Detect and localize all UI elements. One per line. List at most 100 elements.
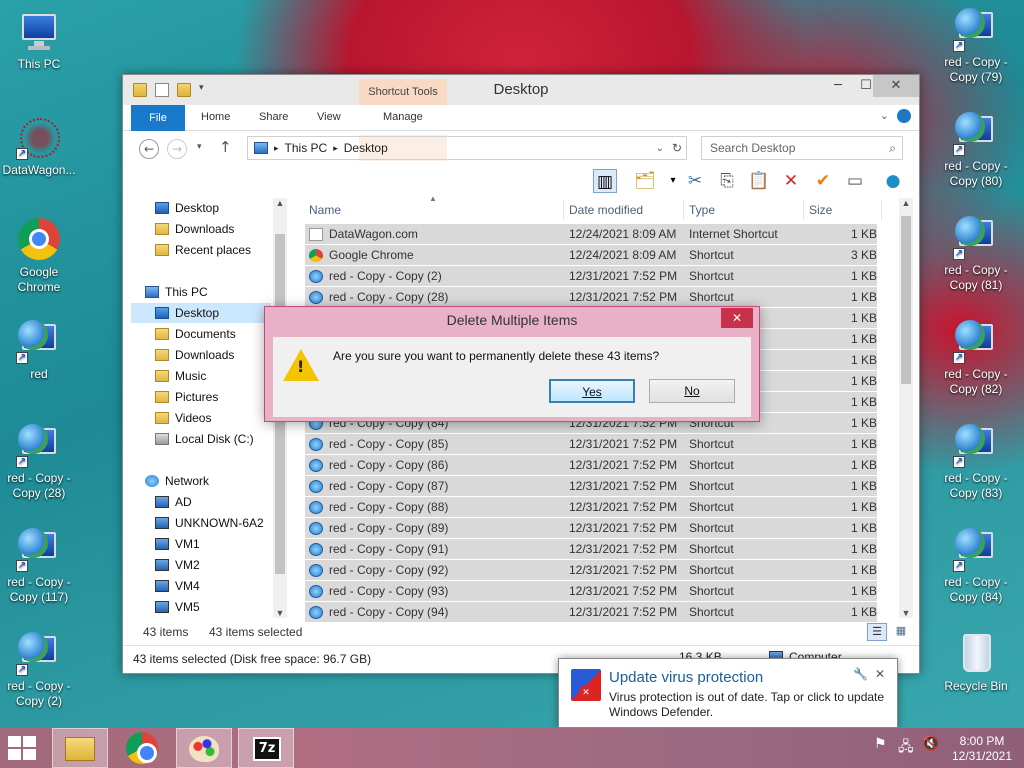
nav-item-pc-desktop[interactable]: Desktop: [131, 303, 271, 323]
tab-home[interactable]: Home: [201, 111, 230, 123]
table-row[interactable]: red - Copy - Copy (86) 12/31/2021 7:52 PM…: [305, 455, 877, 476]
scroll-up-icon[interactable]: ▲: [273, 198, 287, 208]
nav-item-ad[interactable]: AD: [155, 492, 192, 512]
nav-item-vm1[interactable]: VM1: [155, 534, 200, 554]
file-scroll-thumb[interactable]: [901, 216, 911, 384]
paste-icon[interactable]: 📋: [747, 169, 771, 193]
desktop-icon-red-copy-80[interactable]: ↗ red - Copy - Copy (80): [937, 110, 1015, 189]
nav-item-recent-places[interactable]: Recent places: [155, 240, 251, 260]
yes-button[interactable]: Yes: [549, 379, 635, 403]
back-button[interactable]: ←: [139, 139, 159, 159]
chevron-down-icon[interactable]: ⌄: [656, 143, 664, 154]
desktop-icon-red-copy-2[interactable]: ↗ red - Copy - Copy (2): [0, 630, 78, 709]
desktop-icon-red-copy-83[interactable]: ↗ red - Copy - Copy (83): [937, 422, 1015, 501]
taskbar-clock[interactable]: 8:00 PM 12/31/2021: [944, 734, 1020, 764]
close-button[interactable]: ✕: [873, 75, 919, 97]
tab-manage[interactable]: Manage: [383, 111, 423, 123]
taskbar-paint[interactable]: [176, 728, 232, 768]
up-arrow-icon[interactable]: ↑: [219, 138, 232, 156]
taskbar-google-chrome[interactable]: [114, 728, 170, 768]
table-row[interactable]: red - Copy - Copy (94) 12/31/2021 7:52 PM…: [305, 602, 877, 623]
column-divider[interactable]: [803, 200, 804, 220]
table-row[interactable]: red - Copy - Copy (2) 12/31/2021 7:52 PM S…: [305, 266, 877, 287]
nav-item-local-disk[interactable]: Local Disk (C:): [155, 429, 254, 449]
shell-icon[interactable]: ●: [881, 169, 905, 193]
table-row[interactable]: red - Copy - Copy (89) 12/31/2021 7:52 PM…: [305, 518, 877, 539]
scroll-down-icon[interactable]: ▼: [273, 608, 287, 618]
scroll-down-icon[interactable]: ▼: [899, 608, 913, 618]
tab-view[interactable]: View: [317, 111, 341, 123]
desktop-icon-datawagon[interactable]: ↗ DataWagon...: [0, 114, 78, 178]
search-input[interactable]: Search Desktop ⌕: [701, 136, 903, 160]
help-icon[interactable]: ?: [897, 109, 911, 123]
tab-share[interactable]: Share: [259, 111, 288, 123]
desktop-icon-red[interactable]: ↗ red: [0, 318, 78, 382]
desktop-icon-this-pc[interactable]: This PC: [0, 8, 78, 72]
nav-item-pc-downloads[interactable]: Downloads: [155, 345, 234, 365]
table-row[interactable]: red - Copy - Copy (87) 12/31/2021 7:52 PM…: [305, 476, 877, 497]
no-button[interactable]: No: [649, 379, 735, 403]
desktop-icon-red-copy-82[interactable]: ↗ red - Copy - Copy (82): [937, 318, 1015, 397]
scroll-up-icon[interactable]: ▲: [899, 198, 913, 208]
network-tray-icon[interactable]: 🖧: [898, 736, 914, 760]
address-bar[interactable]: ▸ This PC ▸ Desktop ⌄ ↻: [247, 136, 687, 160]
table-row[interactable]: red - Copy - Copy (28) 12/31/2021 7:52 PM…: [305, 287, 877, 308]
desktop-icon-recycle-bin[interactable]: Recycle Bin: [937, 630, 1015, 694]
nav-item-vm2[interactable]: VM2: [155, 555, 200, 575]
large-icons-view-icon[interactable]: ▦: [891, 623, 911, 641]
table-row[interactable]: red - Copy - Copy (92) 12/31/2021 7:52 PM…: [305, 560, 877, 581]
nav-item-vm4[interactable]: VM4: [155, 576, 200, 596]
desktop-icon-red-copy-28[interactable]: ↗ red - Copy - Copy (28): [0, 422, 78, 501]
copy-icon[interactable]: ⎘: [715, 169, 739, 193]
desktop-icon-red-copy-79[interactable]: ↗ red - Copy - Copy (79): [937, 6, 1015, 85]
column-divider[interactable]: [563, 200, 564, 220]
settings-icon[interactable]: 🔧: [853, 667, 868, 681]
desktop-icon-red-copy-81[interactable]: ↗ red - Copy - Copy (81): [937, 214, 1015, 293]
column-divider[interactable]: [683, 200, 684, 220]
title-bar[interactable]: ▾ Desktop ─ ☐ ✕: [123, 75, 919, 105]
desktop-icon-google-chrome[interactable]: Google Chrome: [0, 216, 78, 295]
dialog-close-button[interactable]: ✕: [721, 308, 753, 328]
column-header-type[interactable]: Type: [689, 198, 715, 222]
tab-file[interactable]: File: [131, 105, 185, 131]
recent-locations-icon[interactable]: ▾: [197, 142, 202, 152]
properties-icon[interactable]: 🗂: [633, 169, 657, 193]
defender-notification[interactable]: ✕ Update virus protection Virus protecti…: [558, 658, 898, 728]
breadcrumb-desktop[interactable]: Desktop: [344, 141, 388, 155]
nav-item-downloads[interactable]: Downloads: [155, 219, 234, 239]
file-scrollbar[interactable]: ▲ ▼: [899, 198, 913, 618]
nav-item-unknown[interactable]: UNKNOWN-6A2: [155, 513, 271, 533]
table-row[interactable]: red - Copy - Copy (91) 12/31/2021 7:52 PM…: [305, 539, 877, 560]
nav-item-vm5[interactable]: VM5: [155, 597, 200, 617]
nav-item-desktop[interactable]: Desktop: [155, 198, 219, 218]
column-header-size[interactable]: Size: [809, 198, 832, 222]
start-button[interactable]: [8, 736, 38, 760]
refresh-icon[interactable]: ↻: [672, 141, 682, 155]
breadcrumb-this-pc[interactable]: This PC: [285, 141, 328, 155]
table-row[interactable]: DataWagon.com 12/24/2021 8:09 AM Internet …: [305, 224, 877, 245]
delete-icon[interactable]: ✕: [779, 169, 803, 193]
table-row[interactable]: red - Copy - Copy (93) 12/31/2021 7:52 PM…: [305, 581, 877, 602]
nav-item-network[interactable]: Network: [145, 471, 209, 491]
nav-item-music[interactable]: Music: [155, 366, 206, 386]
chevron-down-icon[interactable]: ▾: [661, 169, 685, 193]
action-center-icon[interactable]: ⚑: [874, 736, 887, 752]
nav-item-videos[interactable]: Videos: [155, 408, 211, 428]
minimize-button[interactable]: ─: [823, 75, 853, 97]
column-divider[interactable]: [881, 200, 882, 220]
nav-item-pictures[interactable]: Pictures: [155, 387, 218, 407]
column-header-date[interactable]: Date modified: [569, 198, 643, 222]
cut-icon[interactable]: ✂: [683, 169, 707, 193]
table-row[interactable]: Google Chrome 12/24/2021 8:09 AM Shortcut 3…: [305, 245, 877, 266]
volume-muted-icon[interactable]: 🔇: [922, 736, 939, 752]
details-view-icon[interactable]: ☰: [867, 623, 887, 641]
notification-close-button[interactable]: ✕: [875, 667, 885, 681]
nav-item-documents[interactable]: Documents: [155, 324, 236, 344]
desktop-icon-red-copy-117[interactable]: ↗ red - Copy - Copy (117): [0, 526, 78, 605]
forward-button[interactable]: →: [167, 139, 187, 159]
taskbar-file-explorer[interactable]: [52, 728, 108, 768]
taskbar-7zip[interactable]: 7z: [238, 728, 294, 768]
column-header-name[interactable]: Name: [309, 198, 341, 222]
desktop-icon-red-copy-84[interactable]: ↗ red - Copy - Copy (84): [937, 526, 1015, 605]
nav-item-this-pc[interactable]: This PC: [145, 282, 208, 302]
